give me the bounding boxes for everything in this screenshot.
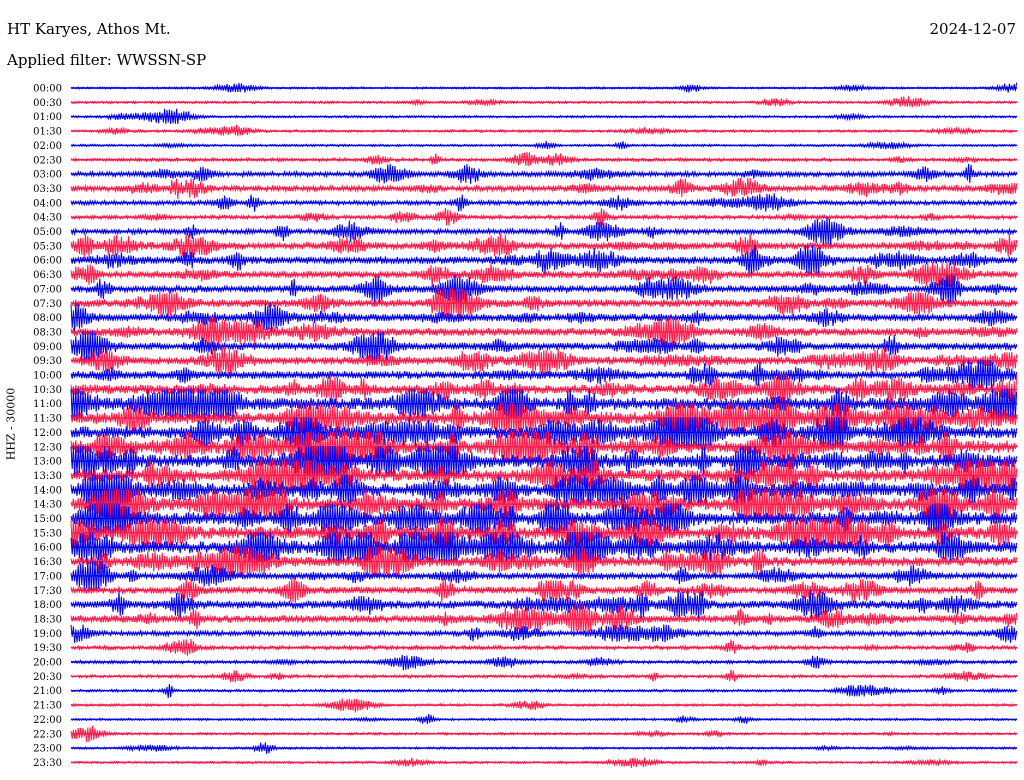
time-label-layer: 00:00 00:30 01:00 01:30 02:00 02:30 03:00 03:30… — [33, 84, 62, 769]
time-label: 23:00 — [33, 744, 62, 755]
time-label: 10:00 — [33, 371, 62, 382]
time-label: 19:30 — [33, 643, 62, 654]
time-label: 21:00 — [33, 686, 62, 697]
time-label: 17:00 — [33, 571, 62, 582]
time-label: 22:30 — [33, 729, 62, 740]
time-label: 02:00 — [33, 141, 62, 152]
time-label: 11:30 — [33, 414, 62, 425]
time-label: 17:30 — [33, 586, 62, 597]
trace-row — [70, 151, 1017, 167]
time-label: 04:30 — [33, 213, 62, 224]
time-label: 16:30 — [33, 557, 62, 568]
time-label: 14:00 — [33, 485, 62, 496]
time-label: 06:30 — [33, 270, 62, 281]
time-label: 05:30 — [33, 241, 62, 252]
time-label: 05:00 — [33, 227, 62, 238]
time-label: 04:00 — [33, 198, 62, 209]
time-label: 06:00 — [33, 256, 62, 267]
helicorder-plot: 00:00 00:30 01:00 01:30 02:00 02:30 03:00 03:30… — [33, 82, 1018, 769]
time-label: 15:00 — [33, 514, 62, 525]
time-label: 13:00 — [33, 457, 62, 468]
time-label: 18:30 — [33, 614, 62, 625]
time-label: 03:30 — [33, 184, 62, 195]
time-label: 11:00 — [33, 399, 62, 410]
trace-layer — [70, 82, 1018, 768]
time-label: 14:30 — [33, 500, 62, 511]
time-label: 13:30 — [33, 471, 62, 482]
time-label: 01:00 — [33, 112, 62, 123]
time-label: 07:30 — [33, 299, 62, 310]
time-label: 00:30 — [33, 98, 62, 109]
time-label: 20:30 — [33, 672, 62, 683]
time-label: 22:00 — [33, 715, 62, 726]
time-label: 08:00 — [33, 313, 62, 324]
time-label: 09:30 — [33, 356, 62, 367]
time-label: 16:00 — [33, 543, 62, 554]
time-label: 07:00 — [33, 284, 62, 295]
time-label: 08:30 — [33, 327, 62, 338]
time-label: 02:30 — [33, 155, 62, 166]
time-label: 12:30 — [33, 442, 62, 453]
time-label: 19:00 — [33, 629, 62, 640]
time-label: 18:00 — [33, 600, 62, 611]
time-label: 12:00 — [33, 428, 62, 439]
time-label: 01:30 — [33, 127, 62, 138]
time-label: 09:00 — [33, 342, 62, 353]
time-label: 00:00 — [33, 84, 62, 95]
time-label: 23:30 — [33, 758, 62, 769]
time-label: 10:30 — [33, 385, 62, 396]
time-label: 21:30 — [33, 701, 62, 712]
time-label: 20:00 — [33, 658, 62, 669]
time-label: 15:30 — [33, 528, 62, 539]
time-label: 03:00 — [33, 170, 62, 181]
